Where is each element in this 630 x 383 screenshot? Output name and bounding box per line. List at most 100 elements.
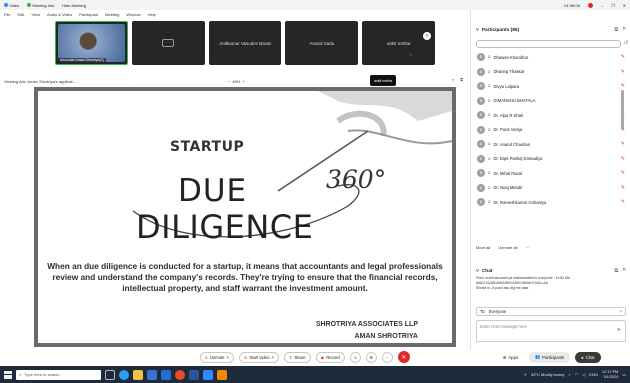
- language-indicator[interactable]: ENG: [589, 372, 598, 377]
- participant-name: Divya Lalpara: [493, 83, 520, 89]
- video-off-icon: ⊘: [243, 354, 248, 360]
- participant-row[interactable]: D D Dhanraj Thakkar ✎: [471, 65, 630, 80]
- menu-file[interactable]: File: [4, 12, 10, 17]
- edge-browser-icon[interactable]: [119, 369, 129, 380]
- mic-muted-icon: ✎: [408, 53, 413, 59]
- zoom-control[interactable]: − 49% +: [228, 77, 245, 85]
- chevron-up-icon[interactable]: ˄: [423, 32, 431, 40]
- mic-muted-icon: ✎: [620, 199, 625, 206]
- participant-row[interactable]: D D Dr. Rameshkumar Gohaniya ✎: [471, 195, 630, 210]
- chat-messages: From mukti ahuwani ya mahamadani to ever…: [476, 276, 624, 291]
- participant-name: Dr. Punit Vamja: [493, 127, 523, 133]
- participant-row[interactable]: D D Dr. Mihal Raval ✎: [471, 166, 630, 181]
- active-speaker-tag: ankit mehta: [370, 75, 397, 86]
- participant-search-input[interactable]: [476, 40, 621, 48]
- chat-recipient-select[interactable]: To: Everyone ˅: [476, 307, 626, 316]
- presentation-slide: STARTUP DUE DILIGENCE 360° When an due d…: [38, 91, 452, 343]
- start-video-button[interactable]: ⊘ Start video ˄: [238, 351, 279, 363]
- more-icon[interactable]: ⋯: [525, 245, 529, 250]
- zoom-in-icon[interactable]: +: [242, 79, 244, 84]
- minimize-button[interactable]: –: [601, 3, 603, 8]
- share-button[interactable]: ⇪ Share: [283, 351, 311, 363]
- chat-icon: ●: [581, 354, 584, 360]
- participant-row[interactable]: D D Dr. Dipti Pankaj Domadiya ✎: [471, 152, 630, 167]
- thumbnail-active-speaker[interactable]: Advocate Aman Shrotriya(C): [55, 21, 128, 65]
- chevron-down-icon[interactable]: ˅: [476, 28, 479, 33]
- maximize-button[interactable]: ❐: [611, 3, 615, 8]
- send-icon[interactable]: ➤: [617, 327, 621, 333]
- menu-help[interactable]: Help: [148, 12, 156, 17]
- participant-row[interactable]: DDDr. Punit Vamja✎: [471, 123, 630, 138]
- more-button[interactable]: ⋯: [381, 351, 393, 363]
- thumbnail-participant[interactable]: Anand Sadu: [285, 21, 359, 65]
- chevron-down-icon[interactable]: ˅: [476, 269, 479, 274]
- taskbar-search-input[interactable]: ⌕ Type here to search: [16, 369, 101, 380]
- record-button[interactable]: ◉ Record: [315, 351, 345, 363]
- reactions-button[interactable]: ☺: [349, 351, 361, 363]
- search-clear-icon[interactable]: ↺: [624, 40, 628, 46]
- windows-start-icon[interactable]: [4, 370, 12, 379]
- chevron-up-icon[interactable]: ˄: [271, 355, 273, 360]
- menu-audio-video[interactable]: Audio & Video: [47, 12, 72, 17]
- pop-out-icon[interactable]: ⧉: [615, 268, 618, 274]
- notifications-icon[interactable]: ▭: [622, 372, 626, 377]
- vlc-icon[interactable]: [217, 369, 227, 380]
- chevron-up-icon[interactable]: ˄: [226, 355, 228, 360]
- leave-meeting-button[interactable]: ✕: [397, 351, 410, 363]
- thumbnail-camera-off[interactable]: [131, 21, 205, 65]
- mute-all-button[interactable]: More all: [476, 245, 490, 250]
- menu-view[interactable]: View: [31, 12, 40, 17]
- participant-row[interactable]: D D Dr. Anand Chauhan ✎: [471, 137, 630, 152]
- unmute-button[interactable]: ⦸ Unmute ˄: [200, 351, 234, 363]
- panel-toggles: ⊞ Apps 👥 Participants ● Chat: [497, 350, 627, 364]
- participant-row[interactable]: D D Divya Lalpara ✎: [471, 79, 630, 94]
- video-menu[interactable]: Video: [4, 2, 19, 8]
- participant-initial: D: [488, 156, 491, 161]
- word-icon[interactable]: [189, 369, 199, 380]
- chevron-up-icon[interactable]: ˄: [568, 372, 570, 377]
- chat-header: ˅ Chat ⧉ ✕: [471, 266, 630, 276]
- menu-edit[interactable]: Edit: [17, 12, 24, 17]
- pop-out-icon[interactable]: ⧉: [615, 27, 618, 33]
- more-icon: ⋯: [385, 354, 390, 360]
- participants-button[interactable]: 👥 Participants: [529, 351, 571, 363]
- thumbnail-participant[interactable]: ankit mehta ˄ ✎: [362, 21, 435, 65]
- task-view-icon[interactable]: [105, 369, 115, 380]
- pop-out-icon[interactable]: ⧉: [460, 77, 463, 82]
- participant-video: [58, 24, 125, 62]
- hide-meeting-menu[interactable]: Hide Meeting: [62, 3, 86, 8]
- meeting-info-menu[interactable]: Meeting info: [27, 2, 54, 8]
- store-icon[interactable]: [147, 369, 157, 380]
- participants-title: Participants (85): [481, 27, 520, 33]
- settings-button[interactable]: ⚙: [365, 351, 377, 363]
- chat-button[interactable]: ● Chat: [575, 351, 601, 363]
- menu-window[interactable]: Window: [126, 12, 140, 17]
- menu-participant[interactable]: Participant: [79, 12, 98, 17]
- participant-row[interactable]: DDDr. Alpa R Shah✎: [471, 108, 630, 123]
- chat-message-input[interactable]: Enter chat message here ➤: [476, 320, 626, 342]
- chrome-icon[interactable]: [175, 369, 185, 380]
- participant-scrollbar[interactable]: [621, 90, 624, 130]
- unmute-all-button[interactable]: Unmute all: [498, 245, 517, 250]
- apps-button[interactable]: ⊞ Apps: [497, 352, 524, 363]
- thumbnail-participant[interactable]: Anitkumar Vasudev Bavat: [208, 21, 282, 65]
- clock[interactable]: 12:17 PM 3/1/2024: [602, 370, 618, 380]
- search-icon[interactable]: ⌕: [452, 77, 454, 82]
- avatar: D: [477, 111, 485, 120]
- close-button[interactable]: ✕: [623, 3, 626, 8]
- close-icon[interactable]: ✕: [622, 268, 626, 274]
- participants-header: ˅ Participants (85) ⧉ ✕: [471, 24, 630, 36]
- participant-list: D D Dhawan Khandhar ✎ D D Dhanraj Thakkar ✎ D D Di…: [471, 50, 630, 210]
- speaker-icon[interactable]: ◁: [582, 372, 585, 377]
- zoom-out-icon[interactable]: −: [228, 79, 230, 84]
- file-explorer-icon[interactable]: [133, 369, 143, 380]
- participant-row[interactable]: D D DIMANSHU BHATALA: [471, 94, 630, 109]
- thumbnail-name: Anitkumar Vasudev Bavat: [219, 40, 271, 46]
- close-icon[interactable]: ✕: [622, 27, 626, 33]
- menu-meeting[interactable]: Meeting: [105, 12, 119, 17]
- mail-icon[interactable]: [161, 369, 171, 380]
- zoom-icon[interactable]: [203, 369, 213, 380]
- participant-row[interactable]: D D Dhawan Khandhar ✎: [471, 50, 630, 65]
- participant-name: Dhawan Khandhar: [493, 54, 529, 60]
- participant-row[interactable]: D D Dr. Niraj Mandir ✎: [471, 181, 630, 196]
